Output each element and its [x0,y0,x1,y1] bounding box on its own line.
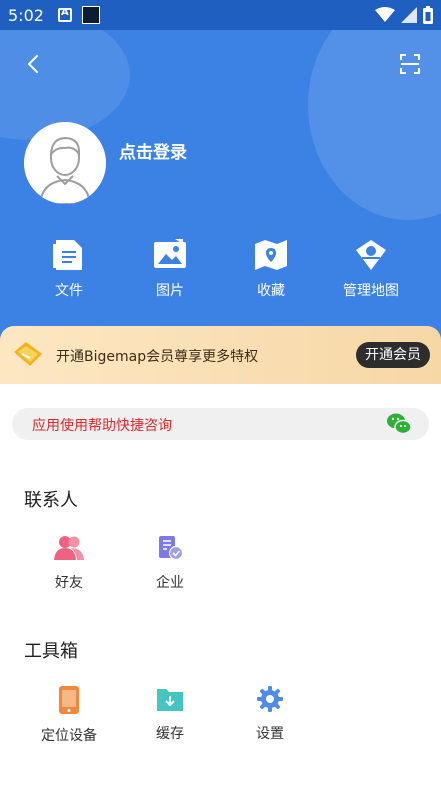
notification-a-icon [57,7,72,22]
toolbox-item-settings[interactable]: 设置 [230,685,310,743]
help-consult-bar[interactable]: 应用使用帮助快捷咨询 [12,408,429,440]
quick-action-image[interactable]: 图片 [130,238,210,300]
toolbox-section-title: 工具箱 [24,641,78,662]
quick-action-file[interactable]: 文件 [29,238,109,300]
contacts-section-title: 联系人 [24,490,78,511]
contacts-item-friends[interactable]: 好友 [29,534,109,592]
manage-map-icon [356,240,386,270]
toolbox-item-label: 设置 [256,726,284,742]
signal-icon [401,7,417,23]
file-icon [53,240,82,270]
quick-action-favorites[interactable]: 收藏 [231,238,311,300]
toolbox-item-cache[interactable]: 缓存 [130,685,210,743]
location-device-icon [59,686,79,714]
profile-header: 点击登录 文件 图片 收藏 管理地图 [0,30,441,360]
settings-gear-icon [257,686,283,712]
friends-icon [54,536,84,560]
status-time: 5:02 [8,5,44,25]
quick-action-label: 文件 [55,283,83,299]
quick-action-label: 收藏 [257,283,285,299]
quick-action-label: 管理地图 [343,283,399,299]
vip-crown-icon [14,342,42,366]
status-bar: 5:02 [0,0,441,30]
quick-action-manage-map[interactable]: 管理地图 [331,238,411,300]
toolbox-item-label: 缓存 [156,726,184,742]
favorites-map-icon [255,240,287,270]
quick-actions: 文件 图片 收藏 管理地图 [0,238,441,308]
enterprise-icon [159,536,184,561]
open-vip-button[interactable]: 开通会员 [356,342,430,368]
contacts-item-label: 企业 [156,575,184,591]
vip-promo-text: 开通Bigemap会员尊享更多特权 [56,349,259,365]
battery-icon [423,6,433,24]
back-arrow-icon[interactable] [22,52,46,76]
cache-icon [157,689,183,711]
vip-banner[interactable]: 开通Bigemap会员尊享更多特权 开通会员 [0,326,441,384]
toolbox-item-label: 定位设备 [41,728,97,744]
image-icon [154,239,186,268]
login-prompt[interactable]: 点击登录 [119,138,187,163]
toolbox-item-location-device[interactable]: 定位设备 [29,685,109,745]
wechat-icon[interactable] [386,412,412,436]
scan-icon[interactable] [398,52,422,76]
help-consult-text: 应用使用帮助快捷咨询 [32,418,172,434]
contacts-item-enterprise[interactable]: 企业 [130,534,210,592]
contacts-item-label: 好友 [55,575,83,591]
quick-action-label: 图片 [156,283,184,299]
default-avatar-icon [24,122,106,204]
avatar[interactable] [24,122,106,204]
wifi-icon [375,7,395,22]
notification-square-icon [81,6,100,24]
